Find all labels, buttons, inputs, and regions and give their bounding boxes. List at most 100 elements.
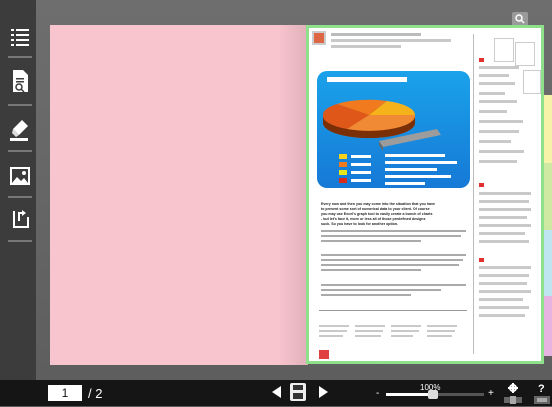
text-line xyxy=(321,259,463,261)
footnote-line xyxy=(391,335,413,337)
sidebar-text-line xyxy=(479,200,529,203)
zoom-slider-handle[interactable] xyxy=(428,390,439,399)
zoom-slider-fill xyxy=(386,393,434,396)
sidebar-divider xyxy=(8,56,32,58)
text-line xyxy=(321,235,461,237)
reader-stage: Every now and then you may come into the… xyxy=(0,0,552,380)
sidebar-divider xyxy=(8,240,32,242)
footnote-line xyxy=(355,335,381,337)
sidebar-text-line xyxy=(479,306,529,309)
sidebar-text-line xyxy=(479,314,525,317)
sidebar-text-line xyxy=(479,192,531,195)
image-icon[interactable] xyxy=(8,160,32,192)
text-line xyxy=(321,269,421,271)
text-line xyxy=(321,240,421,242)
text-line xyxy=(321,289,441,291)
right-page[interactable]: Every now and then you may come into the… xyxy=(306,25,544,364)
page-logo-icon xyxy=(312,31,326,45)
text-line xyxy=(321,230,466,232)
section-marker xyxy=(479,58,484,62)
footnote-line xyxy=(355,330,383,332)
text-line xyxy=(321,294,411,296)
footnote-line xyxy=(427,330,455,332)
next-page-button[interactable] xyxy=(318,386,328,401)
zoom-slider[interactable] xyxy=(386,390,484,399)
sidebar-text-line xyxy=(479,120,523,123)
sidebar-text-line xyxy=(479,160,517,163)
sidebar-text-line xyxy=(479,150,524,153)
bookmark-tab[interactable] xyxy=(544,95,552,163)
footnote-line xyxy=(391,330,419,332)
text-line xyxy=(321,254,466,256)
sidebar-divider xyxy=(8,150,32,152)
footnote-rule xyxy=(319,310,467,311)
prev-page-button[interactable] xyxy=(272,386,282,401)
article-intro: Every now and then you may come into the… xyxy=(321,202,467,227)
floppy-disk-icon xyxy=(290,383,306,401)
sidebar-text-line xyxy=(479,232,525,235)
fullscreen-icon[interactable] xyxy=(534,395,550,407)
left-page[interactable] xyxy=(50,25,308,365)
sidebar-text-line xyxy=(479,240,529,243)
page-heading-line xyxy=(331,33,421,36)
footnote-line xyxy=(391,325,421,327)
thumbnail xyxy=(494,38,514,62)
zoom-in-button[interactable]: + xyxy=(488,388,494,399)
share-icon[interactable] xyxy=(8,204,32,236)
page-shadow xyxy=(278,25,308,365)
gear-icon xyxy=(508,383,518,393)
pie-chart-3d xyxy=(322,99,457,185)
page-number-input[interactable] xyxy=(48,385,82,401)
sidebar-text-line xyxy=(479,100,517,103)
sidebar-text-line xyxy=(479,82,515,85)
bookmark-tab[interactable] xyxy=(544,296,552,356)
sidebar-text-line xyxy=(479,216,527,219)
triangle-left-icon xyxy=(272,386,281,398)
chart-illustration xyxy=(317,71,470,188)
sidebar-text-line xyxy=(479,290,531,293)
sidebar-text-line xyxy=(479,266,531,269)
footnote-line xyxy=(319,335,343,337)
text-line xyxy=(321,284,466,286)
zoom-out-button[interactable]: - xyxy=(376,388,379,399)
page-total-label: / 2 xyxy=(88,386,103,401)
sidebar-text-line xyxy=(479,110,507,113)
bottom-toolbar: / 2 100% - + ? xyxy=(0,380,552,406)
highlighter-icon[interactable] xyxy=(8,114,32,146)
sidebar-text-line xyxy=(479,208,531,211)
bookmark-tab[interactable] xyxy=(544,230,552,296)
sidebar-text-line xyxy=(479,66,519,69)
sidebar-text-line xyxy=(479,92,505,95)
fit-page-icon[interactable] xyxy=(504,395,522,407)
sidebar-text-line xyxy=(479,74,509,77)
help-button[interactable]: ? xyxy=(538,383,545,395)
thumbnail xyxy=(523,70,541,94)
table-of-contents-icon[interactable] xyxy=(8,22,32,54)
search-icon[interactable] xyxy=(512,12,528,26)
section-marker xyxy=(479,183,484,187)
sidebar-text-line xyxy=(479,224,531,227)
page-subheading-line xyxy=(331,39,451,42)
section-marker xyxy=(479,258,484,262)
footnote-line xyxy=(427,325,457,327)
sidebar-text-line xyxy=(479,140,511,143)
footnote-line xyxy=(319,325,349,327)
thumbnail xyxy=(515,42,535,66)
page-subheading-line xyxy=(331,45,401,48)
article-line: suck. So you have to look for another op… xyxy=(321,222,399,226)
footnote-line xyxy=(427,335,452,337)
bookmark-tab[interactable] xyxy=(544,163,552,230)
footer-logo-icon xyxy=(319,350,329,359)
column-divider xyxy=(473,34,474,354)
sidebar-text-line xyxy=(479,282,527,285)
footnote-line xyxy=(355,325,385,327)
sidebar-text-line xyxy=(479,130,519,133)
save-button[interactable] xyxy=(290,383,306,404)
sidebar-divider xyxy=(8,196,32,198)
sidebar-text-line xyxy=(479,274,529,277)
footnote-line xyxy=(319,330,347,332)
sidebar-divider xyxy=(8,104,32,106)
document-search-icon[interactable] xyxy=(8,66,32,98)
sidebar xyxy=(0,0,36,380)
sidebar-text-line xyxy=(479,298,523,301)
